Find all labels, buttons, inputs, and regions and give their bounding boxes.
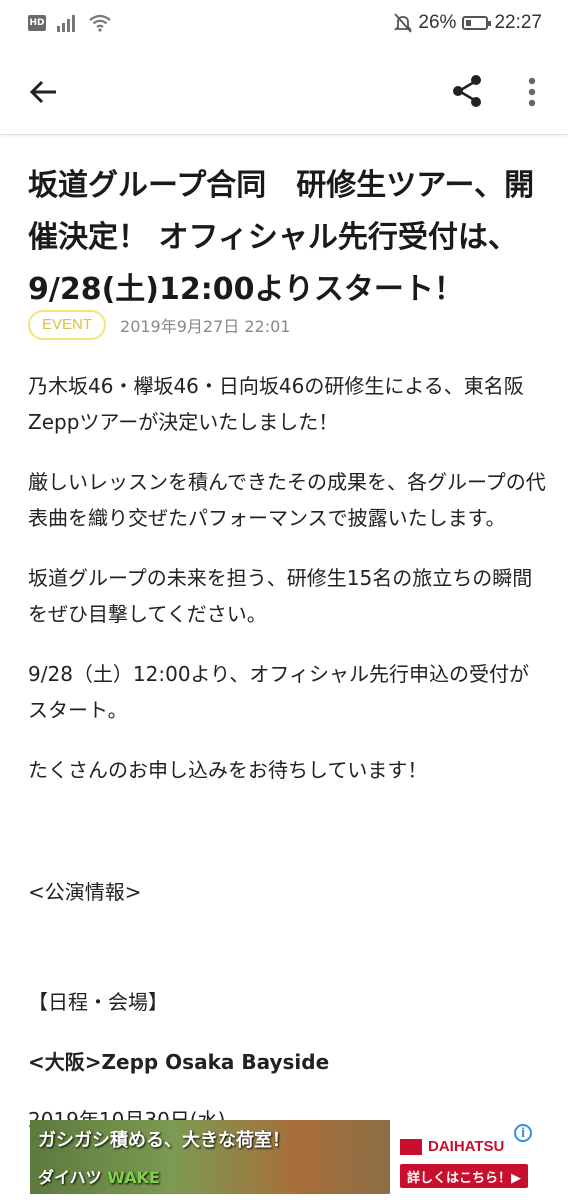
ad-banner[interactable]: ガシガシ積める、大きな荷室！ ダイハツ WAKE DAIHATSU 詳しくはこち… (30, 1120, 536, 1194)
body-paragraph: 乃木坂46・欅坂46・日向坂46の研修生による、東名阪Zeppツアーが決定いたし… (28, 374, 524, 434)
wifi-icon (89, 14, 111, 32)
signal-icon (57, 15, 75, 32)
share-icon[interactable] (448, 72, 486, 110)
app-bar (0, 48, 568, 135)
body-paragraph: たくさんのお申し込みをお待ちしています！ (28, 758, 428, 782)
battery-icon (462, 16, 492, 30)
ad-brand-prefix: ダイハツ (38, 1168, 102, 1187)
ad-cta-button[interactable]: 詳しくはこちら！▶ (400, 1164, 528, 1188)
ad-brand-model: WAKE (107, 1168, 160, 1187)
mute-icon (394, 13, 413, 33)
body-paragraph: 9/28（土）12:00より、オフィシャル先行申込の受付がスタート。 (28, 662, 529, 722)
category-tag[interactable]: EVENT (28, 310, 107, 340)
daihatsu-mark-icon (400, 1138, 422, 1155)
article-body: 乃木坂46・欅坂46・日向坂46の研修生による、東名阪Zeppツアーが決定いたし… (28, 368, 548, 812)
more-vert-icon[interactable] (518, 74, 546, 110)
article-title: 坂道グループ合同 研修生ツアー、開催決定！ オフィシャル先行受付は、9/28(土… (28, 168, 535, 307)
clock: 22:27 (494, 12, 542, 33)
ad-headline: ガシガシ積める、大きな荷室！ (38, 1130, 290, 1151)
body-paragraph: 坂道グループの未来を担う、研修生15名の旅立ちの瞬間をぜひ目撃してください。 (28, 566, 533, 626)
article-meta: EVENT 2019年9月27日 22:01 (28, 310, 290, 340)
info-heading: <公演情報> (28, 880, 142, 904)
daihatsu-logo: DAIHATSU (400, 1138, 504, 1155)
schedule-heading: 【日程・会場】 (28, 990, 168, 1014)
battery-percent: 26% (418, 12, 457, 33)
hd-badge: HD (28, 15, 46, 31)
ad-image[interactable]: ガシガシ積める、大きな荷室！ ダイハツ WAKE (30, 1120, 390, 1194)
battery-fill (466, 20, 472, 26)
ad-logo-text: DAIHATSU (428, 1138, 505, 1155)
publish-date: 2019年9月27日 22:01 (120, 317, 291, 336)
status-bar: HD 26% 22:27 (0, 0, 568, 48)
body-paragraph: 厳しいレッスンを積んできたその成果を、各グループの代表曲を織り交ぜたパフォーマン… (28, 470, 546, 530)
venue-label: <大阪>Zepp Osaka Bayside (28, 1050, 330, 1074)
back-arrow-icon[interactable] (26, 74, 62, 110)
ad-info-icon[interactable]: i (514, 1124, 532, 1142)
ad-brand: ダイハツ WAKE (38, 1164, 160, 1188)
